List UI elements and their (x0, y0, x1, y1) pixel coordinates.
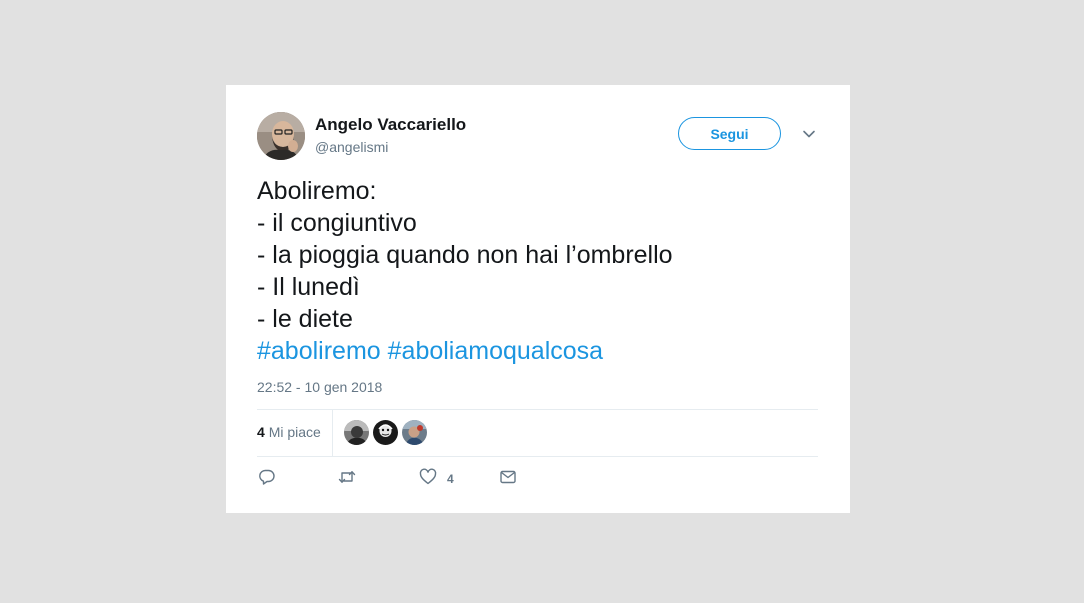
liker-avatar[interactable] (373, 420, 398, 445)
divider (257, 456, 818, 457)
like-button[interactable]: 4 (418, 468, 454, 490)
tweet-line: Aboliremo: (257, 177, 377, 205)
retweet-button[interactable] (337, 468, 357, 490)
tweet-line: - le diete (257, 305, 353, 333)
heart-icon (418, 467, 438, 492)
direct-message-button[interactable] (498, 468, 518, 490)
likes-label: Mi piace (268, 424, 321, 440)
divider (257, 409, 818, 410)
author-handle[interactable]: @angelismi (315, 139, 388, 155)
hashtag-link[interactable]: #aboliremo (257, 337, 381, 365)
chevron-down-icon[interactable] (800, 125, 818, 143)
follow-button[interactable]: Segui (678, 117, 781, 150)
liker-avatar[interactable] (344, 420, 369, 445)
hashtag-row: #aboliremo #aboliamoqualcosa (257, 335, 827, 367)
tweet-text: Aboliremo: - il congiuntivo - la pioggia… (257, 175, 827, 367)
liker-avatar[interactable] (402, 420, 427, 445)
author-avatar[interactable] (257, 112, 305, 160)
tweet-line: - il congiuntivo (257, 209, 417, 237)
tweet-card: Angelo Vaccariello @angelismi Segui Abol… (226, 85, 850, 513)
hashtag-link[interactable]: #aboliamoqualcosa (388, 337, 603, 365)
author-name[interactable]: Angelo Vaccariello (315, 115, 466, 135)
likes-stat[interactable]: 4 Mi piace (257, 424, 321, 440)
envelope-icon (498, 467, 518, 492)
reply-button[interactable] (257, 468, 277, 490)
tweet-line: - Il lunedì (257, 273, 360, 301)
tweet-timestamp[interactable]: 22:52 - 10 gen 2018 (257, 379, 382, 395)
like-count: 4 (447, 472, 454, 486)
retweet-icon (337, 467, 357, 492)
reply-icon (257, 467, 277, 492)
likes-count: 4 (257, 424, 265, 440)
likers-avatars (344, 420, 427, 445)
tweet-line: - la pioggia quando non hai l’ombrello (257, 241, 673, 269)
divider (332, 409, 333, 456)
